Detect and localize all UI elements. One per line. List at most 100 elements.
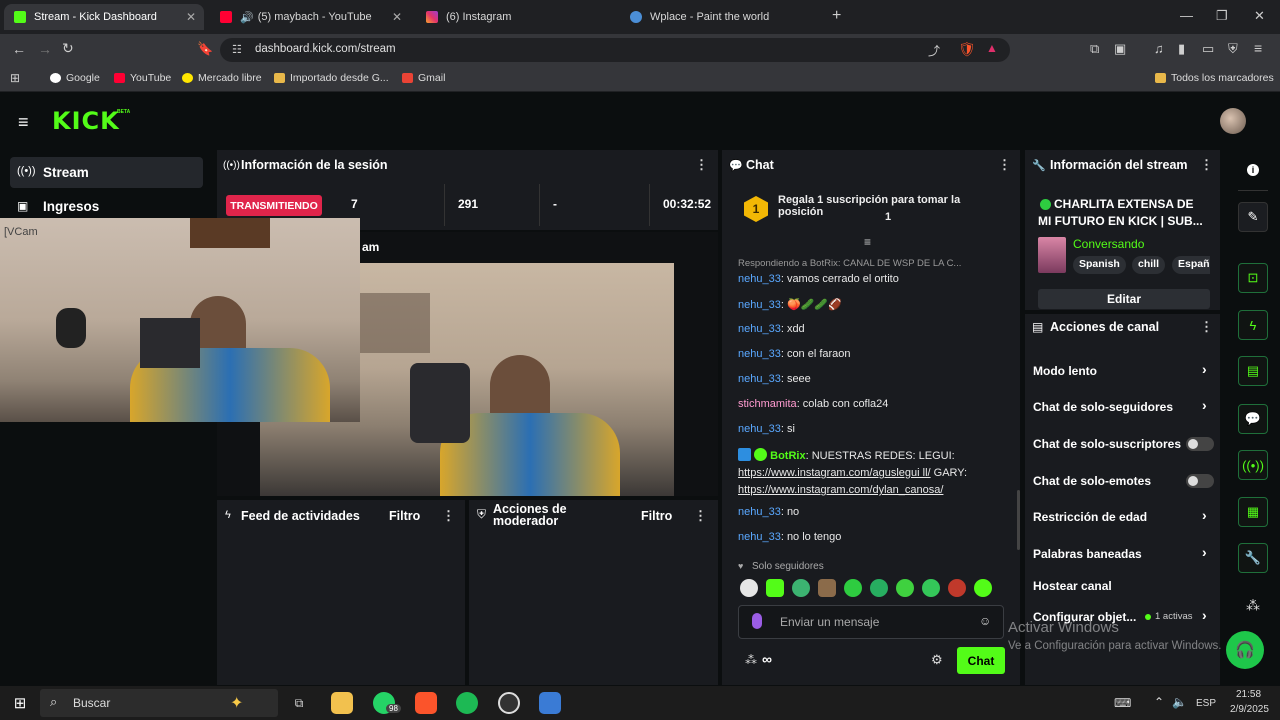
chat-input-placeholder[interactable]: Enviar un mensaje bbox=[780, 615, 879, 629]
support-chat-button[interactable]: 🎧 bbox=[1226, 631, 1264, 669]
bookmark-mercado-libre[interactable]: Mercado libre bbox=[182, 72, 262, 84]
extensions-icon[interactable]: ⧉ bbox=[1090, 41, 1099, 57]
activity-filter-button[interactable]: Filtro bbox=[389, 509, 420, 523]
emote-icon[interactable] bbox=[948, 579, 966, 597]
tab-wplace[interactable]: Wplace - Paint the world bbox=[620, 4, 820, 30]
category-name[interactable]: Conversando bbox=[1073, 237, 1144, 251]
subscribers-only-toggle[interactable] bbox=[1186, 437, 1214, 451]
chat-username[interactable]: BotRix bbox=[770, 450, 805, 462]
chat-username[interactable]: nehu_33 bbox=[738, 273, 781, 285]
tools-widget-icon[interactable]: 🔧 bbox=[1238, 543, 1268, 573]
more-options-icon[interactable]: ⋮ bbox=[1200, 319, 1213, 335]
quick-actions-icon[interactable]: ϟ bbox=[1238, 310, 1268, 340]
emote-icon[interactable] bbox=[792, 579, 810, 597]
close-tab-icon[interactable]: ✕ bbox=[186, 10, 196, 24]
obs-icon[interactable] bbox=[498, 692, 520, 714]
apps-icon[interactable]: ⊞ bbox=[10, 71, 20, 85]
media-icon[interactable]: ♫ bbox=[1154, 41, 1164, 56]
menu-icon[interactable]: ≡ bbox=[1254, 40, 1262, 56]
emote-icon[interactable] bbox=[922, 579, 940, 597]
layout-widget-icon[interactable]: ▦ bbox=[1238, 497, 1268, 527]
bookmark-icon[interactable]: 🔖 bbox=[197, 41, 213, 57]
capture-icon[interactable]: ⊡ bbox=[1238, 263, 1268, 293]
chat-username[interactable]: nehu_33 bbox=[738, 299, 781, 311]
chevron-right-icon[interactable]: › bbox=[1202, 507, 1207, 523]
brave-browser-icon[interactable] bbox=[415, 692, 437, 714]
url-text[interactable]: dashboard.kick.com/stream bbox=[255, 43, 396, 55]
bookmark-youtube[interactable]: YouTube bbox=[114, 72, 171, 84]
more-options-icon[interactable]: ⋮ bbox=[442, 508, 455, 524]
notes-icon[interactable]: ▤ bbox=[1238, 356, 1268, 386]
emote-icon[interactable] bbox=[870, 579, 888, 597]
tag-chill[interactable]: chill bbox=[1132, 256, 1166, 274]
chat-username[interactable]: nehu_33 bbox=[738, 423, 781, 435]
hamburger-menu-icon[interactable]: ≡ bbox=[18, 112, 29, 133]
emote-icon[interactable] bbox=[844, 579, 862, 597]
chat-username[interactable]: nehu_33 bbox=[738, 323, 781, 335]
app-icon[interactable] bbox=[539, 692, 561, 714]
chat-username[interactable]: stichmamita bbox=[738, 398, 797, 410]
action-age-restriction[interactable]: Restricción de edad bbox=[1033, 510, 1147, 524]
language-indicator[interactable]: ESP bbox=[1196, 698, 1216, 709]
more-options-icon[interactable]: ⋮ bbox=[998, 157, 1011, 173]
back-icon[interactable]: ← bbox=[12, 41, 26, 57]
send-chat-button[interactable]: Chat bbox=[957, 647, 1005, 674]
minimize-icon[interactable]: — bbox=[1180, 8, 1193, 23]
copilot-sparkle-icon[interactable]: ✦ bbox=[230, 693, 243, 713]
sidebar-icon[interactable]: ▮ bbox=[1178, 41, 1185, 57]
chat-username[interactable]: nehu_33 bbox=[738, 531, 781, 543]
clock-time[interactable]: 21:58 bbox=[1236, 689, 1261, 700]
info-icon[interactable]: i bbox=[1247, 164, 1259, 176]
mod-filter-button[interactable]: Filtro bbox=[641, 509, 672, 523]
kick-logo[interactable]: KICK bbox=[52, 107, 120, 135]
tab-kick-dashboard[interactable]: Stream - Kick Dashboard ✕ bbox=[4, 4, 204, 30]
chat-link[interactable]: https://www.instagram.com/aguslegui ll/ bbox=[738, 467, 931, 479]
bookmark-google[interactable]: Google bbox=[50, 72, 100, 84]
screenshot-icon[interactable]: ▣ bbox=[1114, 41, 1126, 57]
action-banned-words[interactable]: Palabras baneadas bbox=[1033, 547, 1142, 561]
kick-points-icon[interactable]: ⁂ bbox=[745, 653, 757, 667]
windows-start-icon[interactable]: ⊞ bbox=[9, 692, 31, 714]
chevron-right-icon[interactable]: › bbox=[1202, 397, 1207, 413]
brave-shield-icon[interactable]: 🛡 bbox=[958, 41, 976, 58]
chat-pinned-toggle-icon[interactable]: ≡ bbox=[864, 235, 871, 249]
action-slow-mode[interactable]: Modo lento bbox=[1033, 364, 1097, 378]
wallet-icon[interactable]: ▭ bbox=[1202, 41, 1214, 57]
emote-icon[interactable] bbox=[974, 579, 992, 597]
nav-label-ingresos[interactable]: Ingresos bbox=[43, 199, 99, 214]
emote-icon[interactable] bbox=[896, 579, 914, 597]
reload-icon[interactable]: ↻ bbox=[62, 40, 74, 57]
emote-icon[interactable] bbox=[818, 579, 836, 597]
edit-layout-icon[interactable]: ✎ bbox=[1238, 202, 1268, 232]
site-settings-icon[interactable]: ☷ bbox=[232, 43, 242, 56]
chevron-right-icon[interactable]: › bbox=[1202, 607, 1207, 623]
vpn-icon[interactable]: ⛨ bbox=[1228, 41, 1238, 57]
all-bookmarks[interactable]: Todos los marcadores bbox=[1155, 72, 1274, 84]
avatar[interactable] bbox=[1220, 108, 1246, 134]
action-followers-only[interactable]: Chat de solo-seguidores bbox=[1033, 400, 1173, 414]
forward-icon[interactable]: → bbox=[38, 41, 52, 57]
chat-username[interactable]: nehu_33 bbox=[738, 373, 781, 385]
tag-spanish[interactable]: Spanish bbox=[1073, 256, 1126, 274]
chevron-right-icon[interactable]: › bbox=[1202, 544, 1207, 560]
more-options-icon[interactable]: ⋮ bbox=[1200, 157, 1213, 173]
category-thumbnail[interactable] bbox=[1038, 237, 1066, 273]
chat-widget-icon[interactable]: 💬 bbox=[1238, 404, 1268, 434]
spotify-icon[interactable] bbox=[456, 692, 478, 714]
more-options-icon[interactable]: ⋮ bbox=[695, 157, 708, 173]
more-options-icon[interactable]: ⋮ bbox=[694, 508, 707, 524]
more-widgets-icon[interactable]: ⁂ bbox=[1246, 597, 1260, 614]
tab-youtube[interactable]: 🔊 (5) maybach - YouTube ✕ bbox=[210, 4, 410, 30]
chat-link[interactable]: https://www.instagram.com/dylan_canosa/ bbox=[738, 484, 943, 496]
keyboard-icon[interactable]: ⌨ bbox=[1114, 696, 1131, 710]
volume-icon[interactable]: 🔈 bbox=[1172, 695, 1187, 709]
emotes-only-toggle[interactable] bbox=[1186, 474, 1214, 488]
close-window-icon[interactable]: ✕ bbox=[1254, 8, 1265, 24]
task-view-icon[interactable]: ⧉ bbox=[288, 692, 310, 714]
share-icon[interactable]: ⤴ bbox=[928, 42, 940, 59]
tray-arrow-icon[interactable]: ⌃ bbox=[1154, 695, 1164, 709]
rewards-icon[interactable]: ▲ bbox=[986, 41, 998, 55]
tab-instagram[interactable]: (6) Instagram bbox=[416, 4, 616, 30]
nav-item-stream[interactable] bbox=[10, 157, 203, 188]
chat-username[interactable]: nehu_33 bbox=[738, 506, 781, 518]
